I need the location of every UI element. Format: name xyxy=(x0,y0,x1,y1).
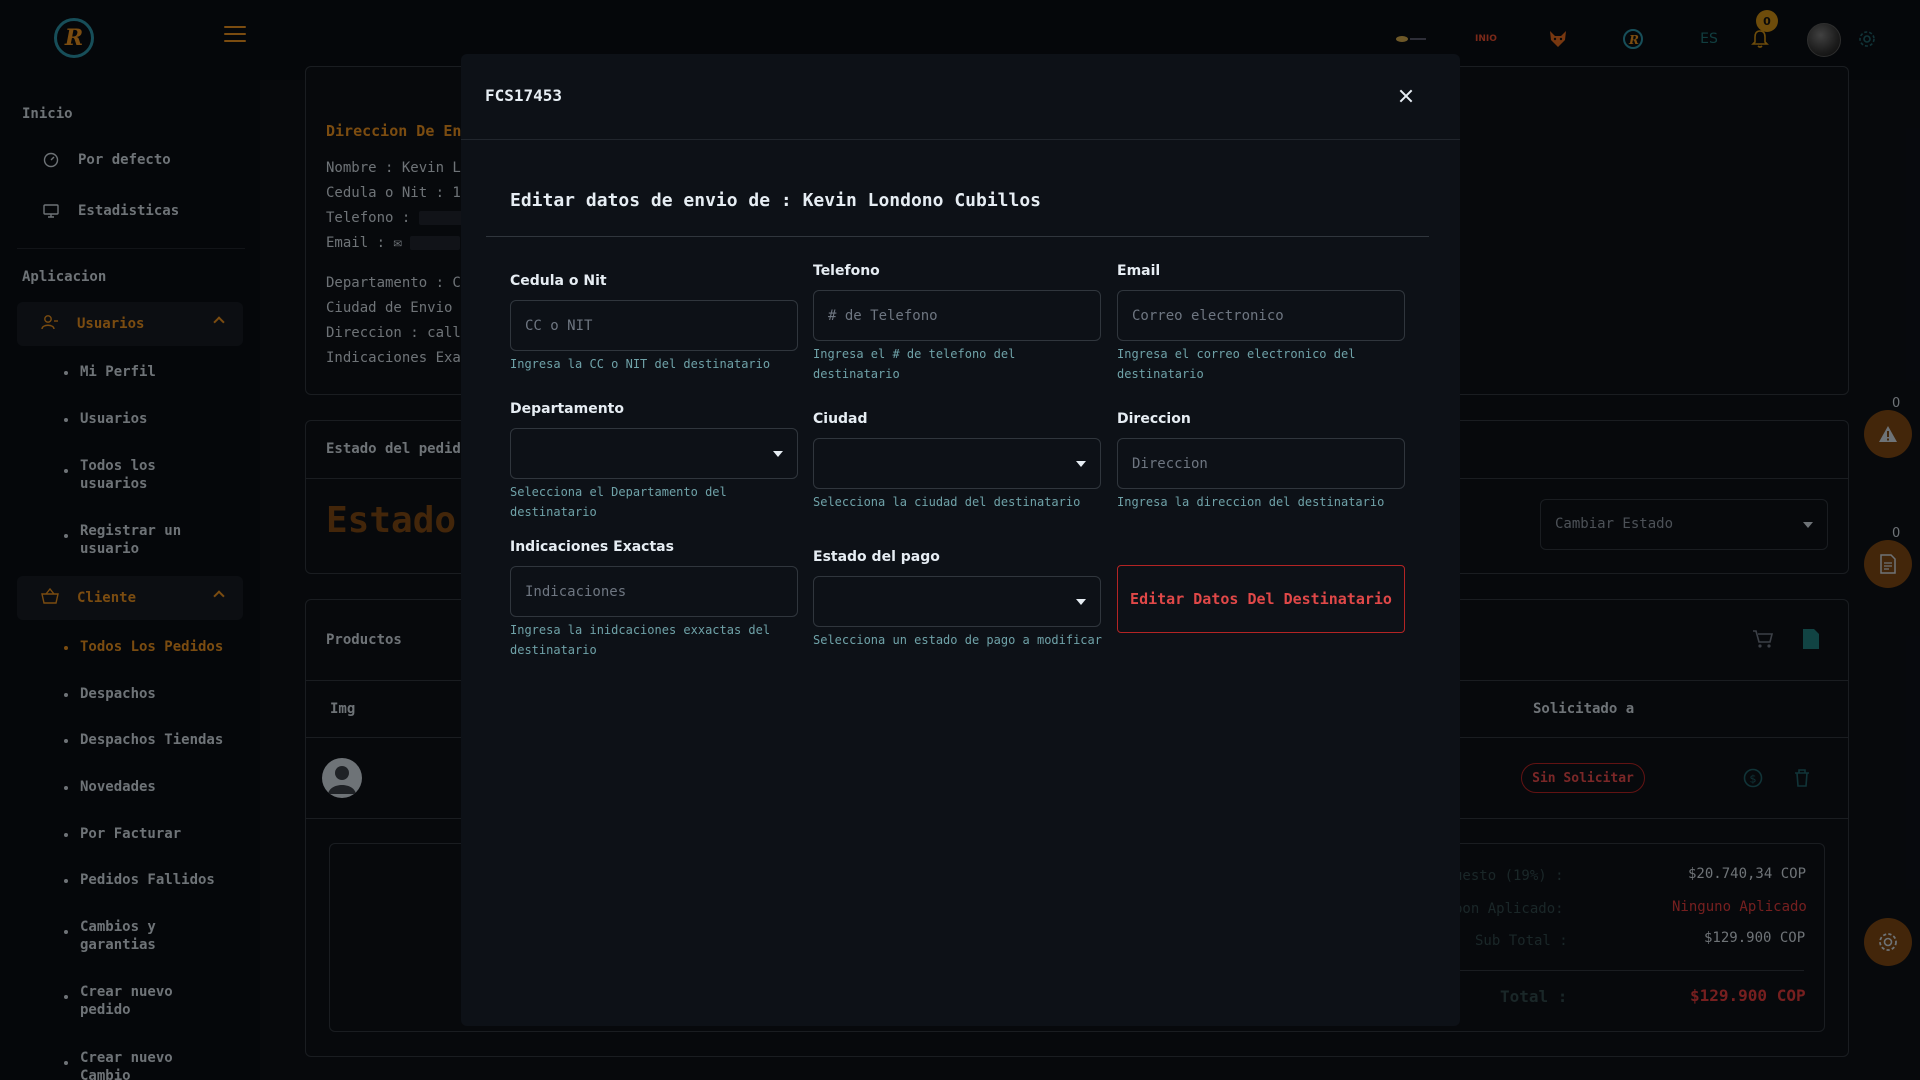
edit-shipping-modal: FCS17453 Editar datos de envio de : Kevi… xyxy=(461,54,1460,1026)
modal-header: FCS17453 xyxy=(461,54,1460,140)
caret-down-icon xyxy=(773,451,783,457)
cedula-help: Ingresa la CC o NIT del destinatario xyxy=(510,357,771,371)
email-help: Ingresa el correo electronico del destin… xyxy=(1117,347,1356,381)
modal-divider xyxy=(486,236,1429,237)
direccion-label: Direccion xyxy=(1117,411,1191,427)
departamento-select[interactable] xyxy=(510,428,798,479)
telefono-help: Ingresa el # de telefono del destinatari… xyxy=(813,347,1016,381)
indicaciones-label: Indicaciones Exactas xyxy=(510,539,674,555)
ciudad-select[interactable] xyxy=(813,438,1101,489)
edit-recipient-button[interactable]: Editar Datos Del Destinatario xyxy=(1117,565,1405,633)
email-label: Email xyxy=(1117,263,1161,279)
close-icon[interactable] xyxy=(1396,86,1416,106)
caret-down-icon xyxy=(1076,599,1086,605)
estado-pago-help: Selecciona un estado de pago a modificar xyxy=(813,633,1102,647)
modal-subtitle: Editar datos de envio de : Kevin Londono… xyxy=(510,190,1042,211)
cedula-label: Cedula o Nit xyxy=(510,273,607,289)
estado-pago-select[interactable] xyxy=(813,576,1101,627)
indicaciones-input[interactable] xyxy=(510,566,798,617)
telefono-input[interactable] xyxy=(813,290,1101,341)
departamento-label: Departamento xyxy=(510,401,624,417)
modal-title: FCS17453 xyxy=(485,86,563,105)
ciudad-label: Ciudad xyxy=(813,411,868,427)
telefono-label: Telefono xyxy=(813,263,880,279)
ciudad-help: Selecciona la ciudad del destinatario xyxy=(813,495,1081,509)
cedula-input[interactable] xyxy=(510,300,798,351)
indicaciones-help: Ingresa la inidcaciones exxactas del des… xyxy=(510,623,771,657)
estado-pago-label: Estado del pago xyxy=(813,549,940,565)
direccion-help: Ingresa la direccion del destinatario xyxy=(1117,495,1385,509)
email-input[interactable] xyxy=(1117,290,1405,341)
caret-down-icon xyxy=(1076,461,1086,467)
direccion-input[interactable] xyxy=(1117,438,1405,489)
departamento-help: Selecciona el Departamento del destinata… xyxy=(510,485,727,519)
